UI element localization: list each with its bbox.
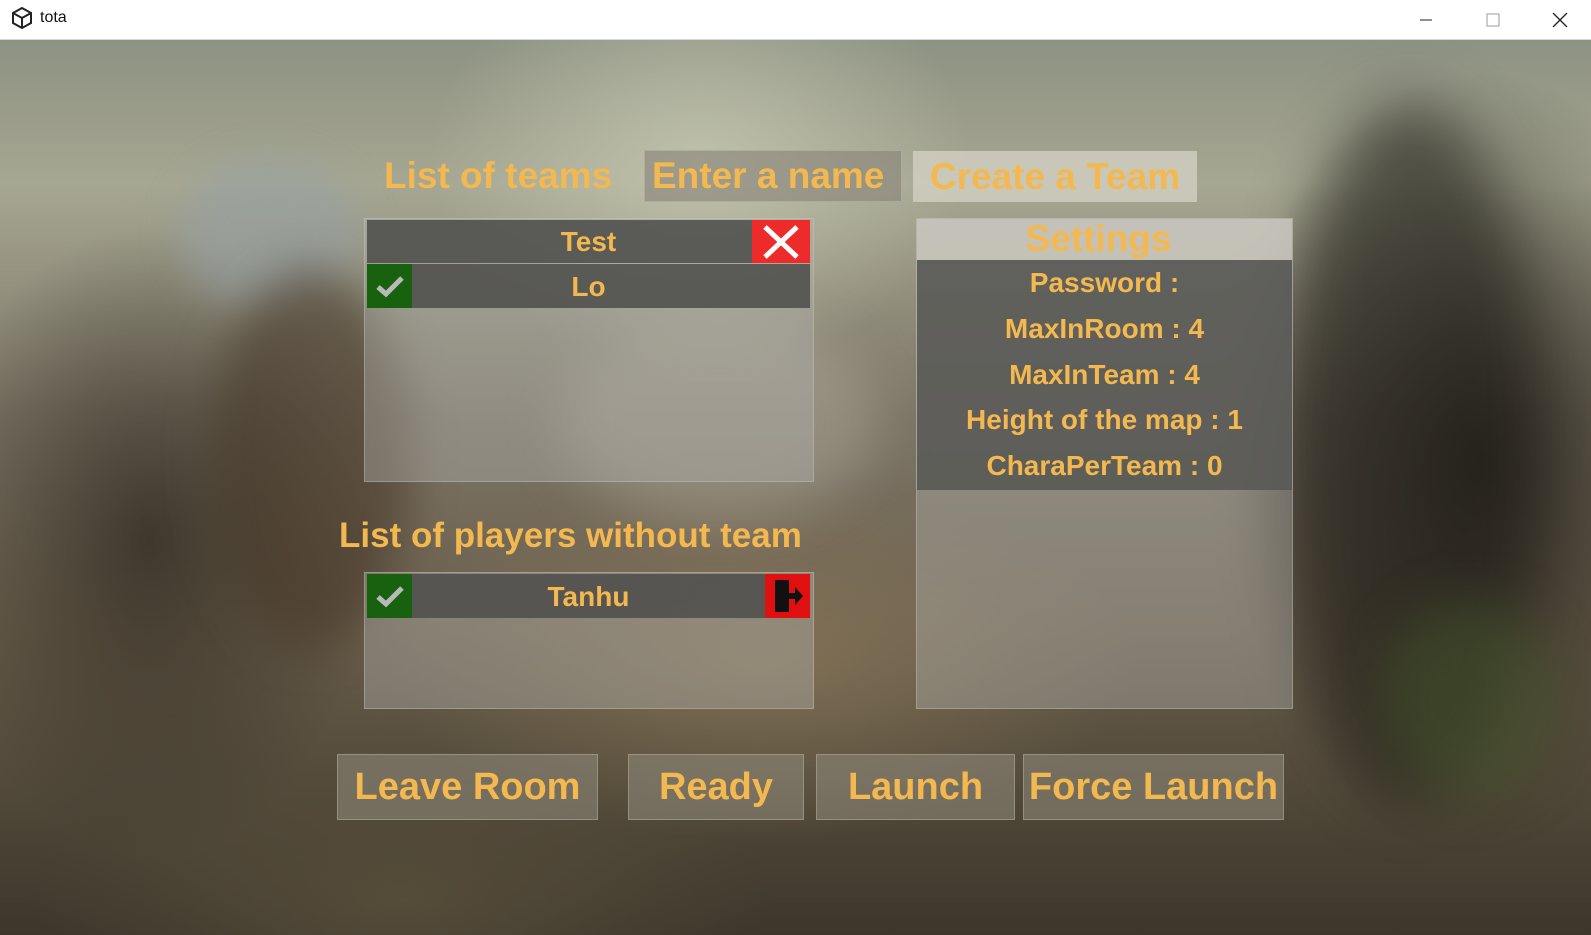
close-icon — [1552, 12, 1568, 27]
maximize-icon — [1486, 13, 1500, 26]
team-name-input[interactable]: Enter a name — [644, 150, 902, 202]
settings-password: Password : — [1029, 267, 1180, 298]
delete-team-button[interactable] — [752, 220, 810, 263]
window-title: tota — [40, 9, 67, 26]
players-without-team-title: List of players without team — [339, 516, 802, 555]
player-row[interactable]: Tanhu — [367, 574, 810, 618]
team-name-input-placeholder: Enter a name — [652, 155, 885, 196]
create-team-button[interactable]: Create a Team — [913, 151, 1197, 202]
settings-values: Password : MaxInRoom : 4 MaxInTeam : 4 H… — [917, 260, 1292, 490]
minimize-button[interactable] — [1395, 0, 1457, 39]
settings-panel: Settings Password : MaxInRoom : 4 MaxInT… — [916, 218, 1293, 709]
settings-map-height: Height of the map : 1 — [966, 404, 1243, 435]
settings-max-in-team: MaxInTeam : 4 — [1009, 359, 1200, 390]
kick-player-button[interactable] — [765, 574, 810, 618]
team-member-name: Lo — [571, 271, 606, 302]
minimize-icon — [1420, 19, 1432, 20]
unity-logo-icon — [10, 6, 34, 30]
ready-label: Ready — [658, 765, 774, 808]
team-member-row[interactable]: Lo — [367, 264, 810, 308]
teams-list-panel[interactable]: Test Lo — [364, 218, 814, 482]
players-without-team-panel[interactable]: Tanhu — [364, 572, 814, 709]
force-launch-button[interactable]: Force Launch — [1023, 754, 1284, 820]
launch-label: Launch — [847, 765, 984, 808]
teams-list-title: List of teams — [384, 155, 613, 196]
settings-max-in-room: MaxInRoom : 4 — [1004, 313, 1205, 344]
player-name: Tanhu — [547, 581, 630, 612]
maximize-button[interactable] — [1462, 0, 1524, 39]
close-icon — [763, 224, 799, 259]
window-titlebar: tota — [0, 0, 1591, 40]
ready-button[interactable]: Ready — [628, 754, 804, 820]
close-window-button[interactable] — [1529, 0, 1591, 39]
leave-room-button[interactable]: Leave Room — [337, 754, 598, 820]
settings-header: Settings — [917, 218, 1292, 260]
settings-chara-per-team: CharaPerTeam : 0 — [986, 450, 1223, 481]
team-row[interactable]: Test — [367, 220, 810, 263]
leave-room-label: Leave Room — [354, 765, 581, 808]
bg-foliage-shape — [1380, 600, 1560, 800]
exit-door-icon — [774, 580, 803, 612]
team-name: Test — [560, 226, 617, 257]
force-launch-label: Force Launch — [1028, 765, 1279, 808]
create-team-button-label: Create a Team — [929, 155, 1181, 197]
launch-button[interactable]: Launch — [816, 754, 1015, 820]
settings-title: Settings — [1025, 218, 1172, 259]
